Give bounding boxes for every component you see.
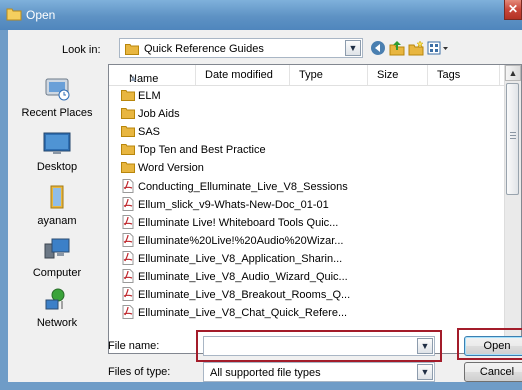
chevron-down-icon[interactable]: ▼ xyxy=(417,338,433,354)
place-label: Desktop xyxy=(36,161,78,173)
look-in-dropdown[interactable]: Quick Reference Guides ▼ xyxy=(119,38,363,58)
cancel-button[interactable]: Cancel xyxy=(464,362,522,382)
user-folder-icon xyxy=(50,185,64,209)
dialog-body: Look in: Quick Reference Guides ▼ Recent… xyxy=(8,30,522,382)
window-frame xyxy=(0,382,522,390)
pdf-file-icon xyxy=(122,232,134,247)
place-recent-places[interactable]: Recent Places xyxy=(8,76,106,119)
sort-ascending-icon: ▲ xyxy=(129,73,138,83)
vertical-scrollbar[interactable]: ▲ ▼ xyxy=(504,65,521,353)
place-label: ayanam xyxy=(37,215,77,227)
folder-icon xyxy=(125,44,139,55)
pdf-file-icon xyxy=(122,178,134,193)
column-header-date-modified[interactable]: Date modified xyxy=(205,69,273,81)
look-in-label: Look in: xyxy=(62,44,101,56)
computer-icon xyxy=(44,238,70,259)
file-name: Ellum_slick_v9-Whats-New-Doc_01-01 xyxy=(138,198,329,211)
look-in-value: Quick Reference Guides xyxy=(144,43,264,55)
column-header-tags[interactable]: Tags xyxy=(437,69,460,81)
file-list-item[interactable]: Elluminate Live! Whiteboard Tools Quic..… xyxy=(121,214,339,234)
column-divider[interactable] xyxy=(499,65,500,85)
file-name: Elluminate_Live_V8_Application_Sharin... xyxy=(138,252,343,265)
file-list-item[interactable]: Top Ten and Best Practice xyxy=(121,143,266,161)
new-folder-icon[interactable] xyxy=(408,40,424,56)
chevron-down-icon[interactable]: ▼ xyxy=(417,364,433,380)
file-name-label: File name: xyxy=(108,340,160,352)
back-icon[interactable] xyxy=(370,40,386,56)
file-list-item[interactable]: Ellum_slick_v9-Whats-New-Doc_01-01 xyxy=(121,196,329,216)
file-list-item[interactable]: SAS xyxy=(121,125,160,143)
place-label: Computer xyxy=(32,267,82,279)
folder-icon xyxy=(121,126,135,138)
file-name-input[interactable]: ▼ xyxy=(203,336,435,356)
file-name: Conducting_Elluminate_Live_V8_Sessions xyxy=(138,180,348,193)
file-name: Job Aids xyxy=(138,108,180,121)
column-divider[interactable] xyxy=(367,65,368,85)
place-computer[interactable]: Computer xyxy=(8,236,106,279)
file-list-item[interactable]: Elluminate%20Live!%20Audio%20Wizar... xyxy=(121,232,344,252)
file-name: ELM xyxy=(138,90,161,102)
close-button[interactable]: ✕ xyxy=(504,0,522,20)
pdf-file-icon xyxy=(122,305,134,320)
file-name: Elluminate_Live_V8_Chat_Quick_Refere... xyxy=(138,307,348,320)
column-divider[interactable] xyxy=(195,65,196,85)
up-folder-icon[interactable] xyxy=(389,40,405,56)
file-name: Elluminate_Live_V8_Audio_Wizard_Quic... xyxy=(138,271,348,283)
file-list-item[interactable]: Job Aids xyxy=(121,107,180,125)
pdf-file-icon xyxy=(122,196,134,211)
scroll-up-icon[interactable]: ▲ xyxy=(505,65,521,81)
files-of-type-dropdown[interactable]: All supported file types ▼ xyxy=(203,362,435,382)
pdf-file-icon xyxy=(122,287,134,302)
column-divider[interactable] xyxy=(427,65,428,85)
file-list[interactable]: Name ▲ Date modified Type Size Tags ELM J… xyxy=(108,64,522,354)
folder-icon xyxy=(6,8,22,21)
file-list-item[interactable]: Elluminate_Live_V8_Application_Sharin... xyxy=(121,250,343,270)
file-name: Word Version xyxy=(138,162,204,175)
title-bar[interactable]: Open ✕ xyxy=(0,0,522,30)
open-button[interactable]: Open xyxy=(464,336,522,356)
places-bar: Recent Places Desktop ayanam Computer Ne… xyxy=(8,64,106,352)
file-list-item[interactable]: ELM xyxy=(121,89,161,107)
folder-icon xyxy=(121,144,135,156)
scroll-thumb[interactable] xyxy=(506,83,519,195)
place-user[interactable]: ayanam xyxy=(8,184,106,227)
window-title: Open xyxy=(26,8,56,22)
views-icon[interactable] xyxy=(427,40,451,56)
open-dialog: Open ✕ Look in: Quick Reference Guides ▼ xyxy=(0,0,522,390)
pdf-file-icon xyxy=(122,269,134,283)
file-name: Top Ten and Best Practice xyxy=(138,144,266,157)
files-of-type-label: Files of type: xyxy=(108,366,171,378)
files-of-type-value: All supported file types xyxy=(210,367,321,379)
column-divider[interactable] xyxy=(289,65,290,85)
file-name: SAS xyxy=(138,126,161,139)
place-label: Recent Places xyxy=(21,107,93,119)
network-icon xyxy=(45,288,65,310)
place-network[interactable]: Network xyxy=(8,286,106,329)
pdf-file-icon xyxy=(122,214,134,229)
file-list-item[interactable]: Conducting_Elluminate_Live_V8_Sessions xyxy=(121,178,348,198)
column-header-type[interactable]: Type xyxy=(299,69,323,81)
recent-places-icon xyxy=(45,78,70,101)
place-label: Network xyxy=(36,317,78,329)
chevron-down-icon[interactable]: ▼ xyxy=(345,40,361,56)
desktop-icon xyxy=(43,132,71,154)
file-name: Elluminate_Live_V8_Breakout_Rooms_Q... xyxy=(138,289,351,302)
folder-icon xyxy=(121,162,135,174)
place-desktop[interactable]: Desktop xyxy=(8,130,106,173)
pdf-file-icon xyxy=(122,250,134,265)
file-name: Elluminate%20Live!%20Audio%20Wizar... xyxy=(138,234,344,247)
file-list-item[interactable]: Elluminate_Live_V8_Breakout_Rooms_Q... xyxy=(121,287,351,306)
column-header-row: Name ▲ Date modified Type Size Tags xyxy=(109,65,507,86)
folder-icon xyxy=(121,108,135,120)
file-name: Elluminate Live! Whiteboard Tools Quic..… xyxy=(138,216,339,229)
file-list-item[interactable]: Elluminate_Live_V8_Audio_Wizard_Quic... xyxy=(121,269,348,288)
folder-icon xyxy=(121,90,135,101)
file-list-item[interactable]: Elluminate_Live_V8_Chat_Quick_Refere... xyxy=(121,305,348,324)
column-header-size[interactable]: Size xyxy=(377,69,398,81)
file-list-item[interactable]: Word Version xyxy=(121,161,204,179)
